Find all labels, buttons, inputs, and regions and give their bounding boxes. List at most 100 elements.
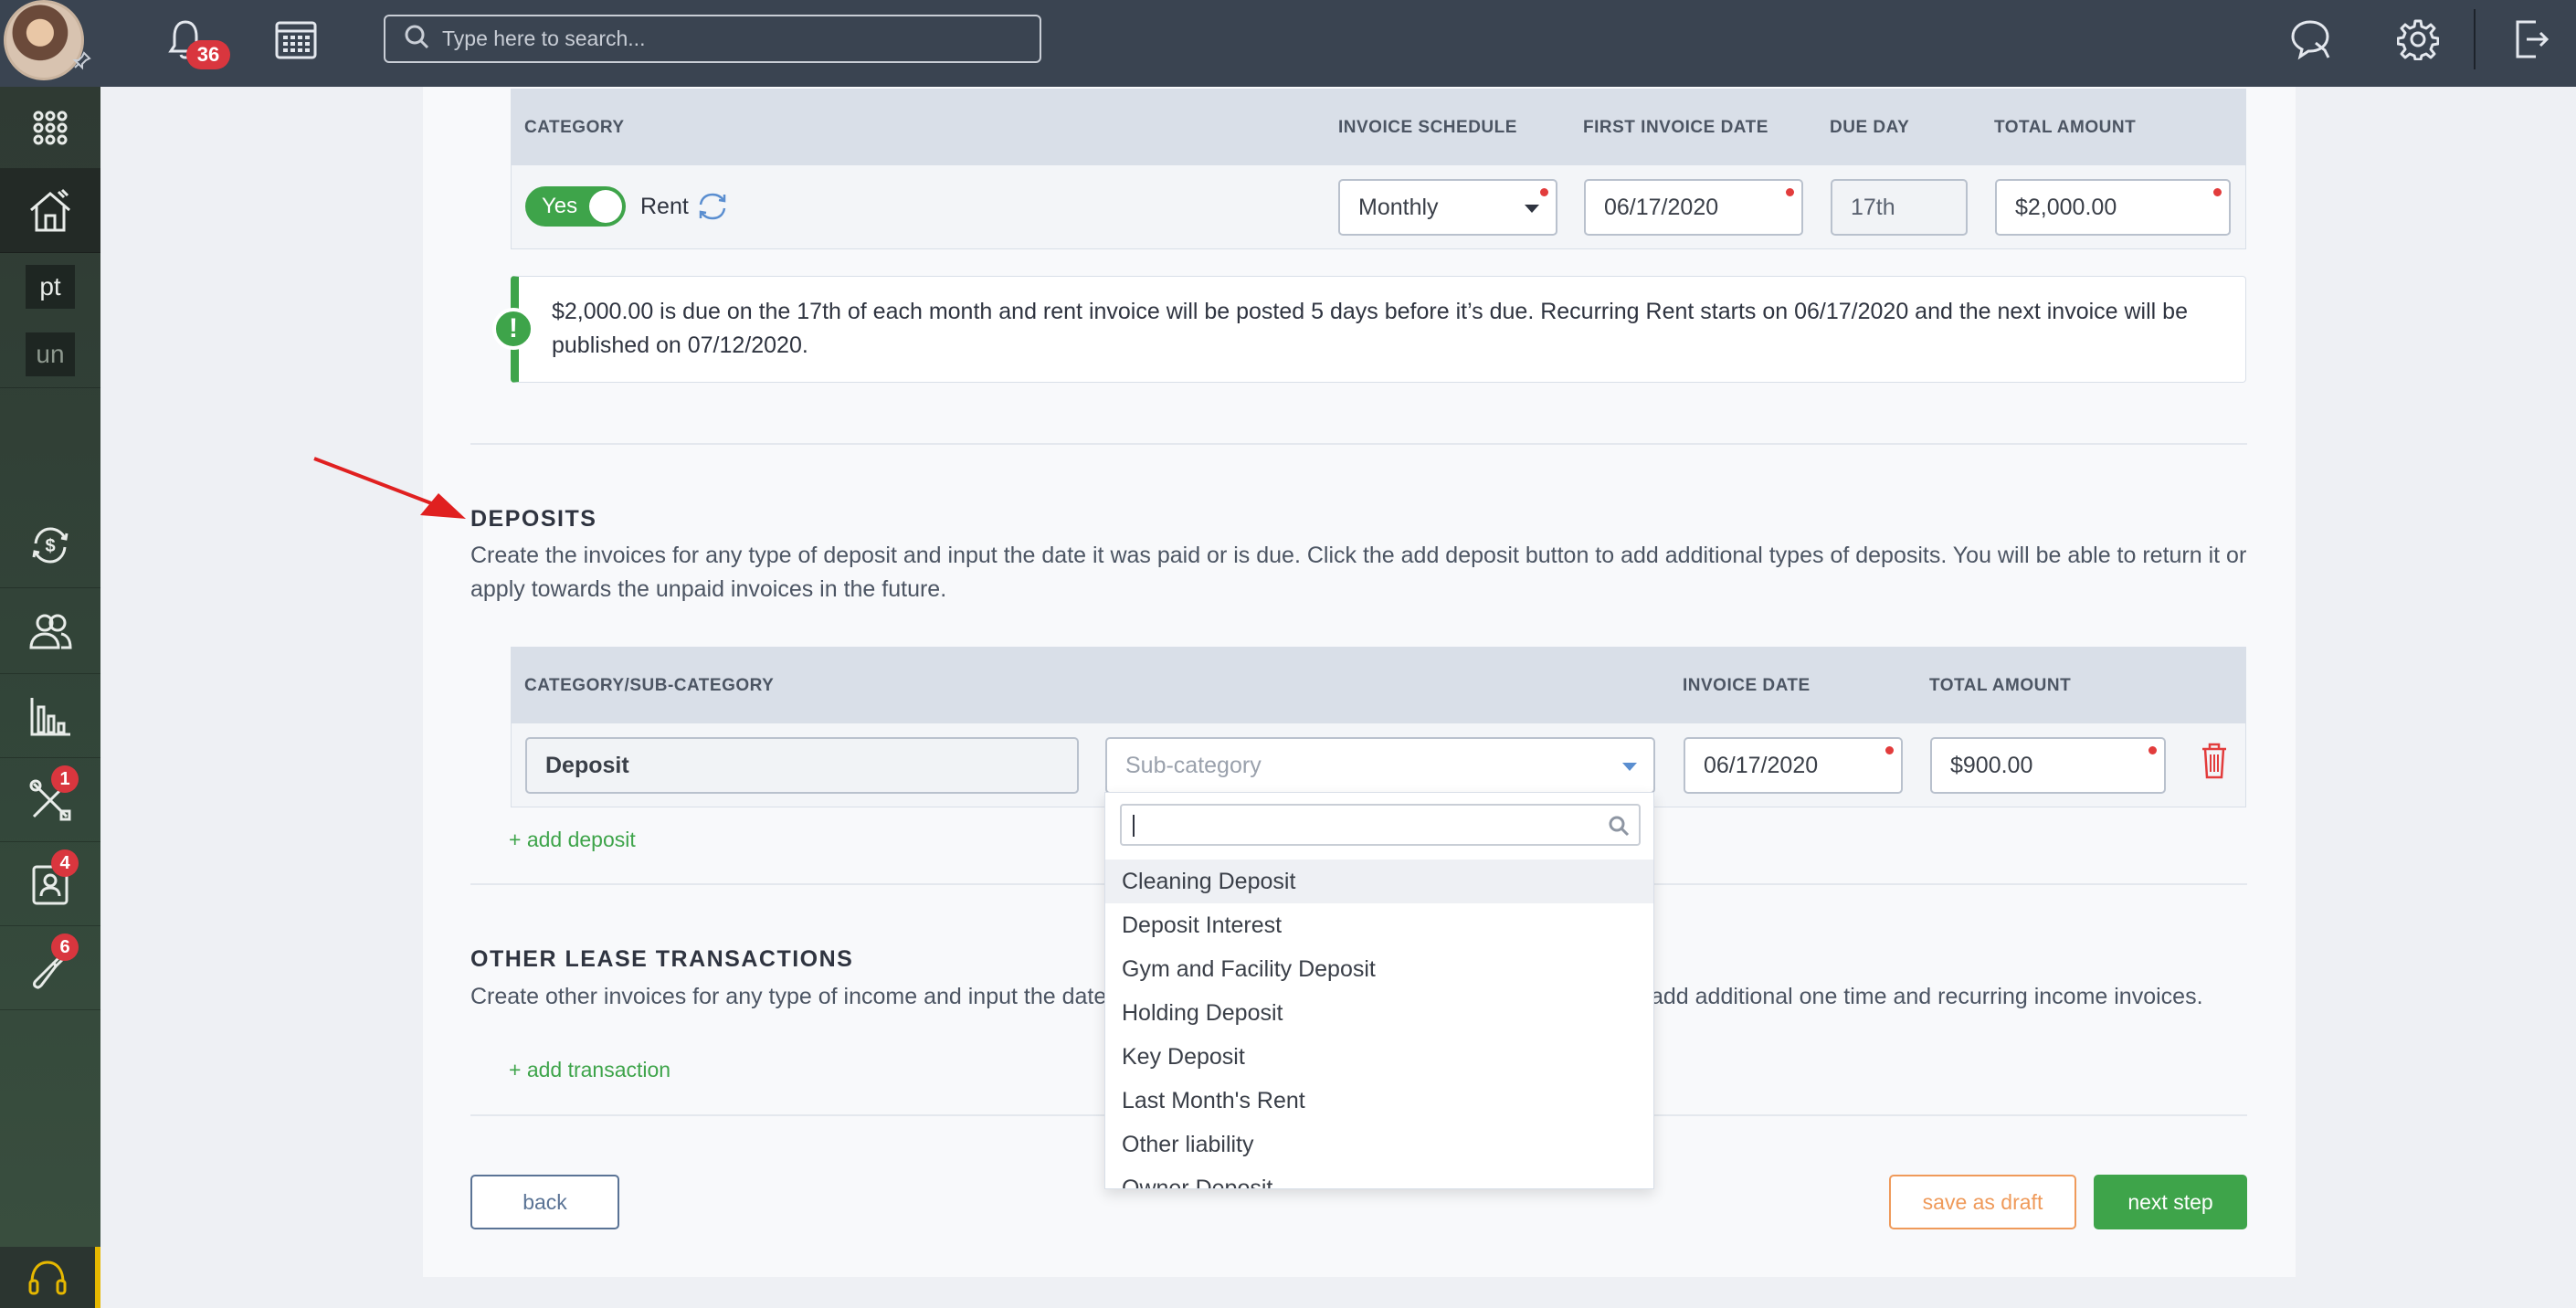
- dropdown-option[interactable]: Key Deposit: [1105, 1035, 1653, 1079]
- dropdown-options-list: Cleaning Deposit Deposit Interest Gym an…: [1105, 860, 1653, 1189]
- rent-table-header: CATEGORY INVOICE SCHEDULE FIRST INVOICE …: [511, 89, 2246, 165]
- calendar-icon[interactable]: [272, 16, 320, 62]
- sidebar: pt un $ 1 4 6: [0, 87, 100, 1308]
- subcategory-placeholder: Sub-category: [1125, 752, 1262, 778]
- first-invoice-date-field[interactable]: 06/17/2020: [1584, 179, 1803, 236]
- col-invoice-schedule: INVOICE SCHEDULE: [1338, 118, 1517, 137]
- exclamation-icon: !: [492, 308, 534, 350]
- sidebar-item-people[interactable]: [0, 588, 100, 674]
- rent-recurring-toggle[interactable]: Yes: [525, 186, 626, 227]
- sidebar-tag-pt: pt: [26, 265, 75, 309]
- logout-icon[interactable]: [2510, 16, 2552, 62]
- sidebar-item-apps[interactable]: [0, 87, 100, 169]
- keys-badge: 6: [51, 934, 79, 961]
- search-icon: [1608, 815, 1630, 841]
- deposits-table-header: CATEGORY/SUB-CATEGORY INVOICE DATE TOTAL…: [511, 647, 2246, 723]
- chevron-down-icon: [1622, 763, 1637, 771]
- people-icon: [29, 614, 72, 649]
- deposit-total-amount-field[interactable]: $900.00: [1930, 737, 2166, 794]
- global-search[interactable]: [384, 15, 1041, 63]
- rent-total-amount-field[interactable]: $2,000.00: [1995, 179, 2231, 236]
- col-invoice-date: INVOICE DATE: [1683, 676, 1811, 695]
- due-day-field: 17th: [1831, 179, 1968, 236]
- deposit-subcategory-select[interactable]: Sub-category: [1105, 737, 1655, 794]
- deposit-total-amount-value: $900.00: [1950, 752, 2033, 778]
- text-cursor: [1133, 815, 1135, 837]
- other-transactions-description-left: Create other invoices for any type of in…: [470, 984, 1107, 1009]
- required-dot: [1540, 188, 1548, 196]
- dropdown-search-input[interactable]: [1120, 804, 1641, 846]
- col-deposit-total-amount: TOTAL AMOUNT: [1929, 676, 2072, 695]
- chat-icon[interactable]: [2287, 16, 2333, 62]
- bar-chart-icon: [30, 697, 70, 735]
- rent-category-label: Rent: [640, 194, 689, 219]
- dropdown-option[interactable]: Cleaning Deposit: [1105, 860, 1653, 903]
- add-transaction-link[interactable]: + add transaction: [509, 1058, 670, 1082]
- required-dot: [1885, 746, 1894, 754]
- search-icon: [404, 24, 429, 54]
- sidebar-item-maintenance[interactable]: 1: [0, 758, 100, 842]
- toggle-label: Yes: [542, 194, 578, 218]
- sidebar-item-keys[interactable]: 6: [0, 926, 100, 1010]
- col-total-amount: TOTAL AMOUNT: [1994, 118, 2137, 137]
- rent-total-amount-value: $2,000.00: [2015, 194, 2117, 220]
- next-step-button[interactable]: next step: [2094, 1175, 2247, 1229]
- house-icon: [30, 188, 70, 231]
- deposits-description: Create the invoices for any type of depo…: [470, 543, 2247, 602]
- notice-text: $2,000.00 is due on the 17th of each mon…: [552, 299, 2188, 358]
- dropdown-option[interactable]: Owner Deposit: [1105, 1166, 1653, 1189]
- col-first-invoice-date: FIRST INVOICE DATE: [1583, 118, 1768, 137]
- dropdown-option[interactable]: Deposit Interest: [1105, 903, 1653, 947]
- chevron-down-icon: [1525, 205, 1539, 213]
- sidebar-item-pt[interactable]: pt: [0, 253, 100, 321]
- contacts-badge: 4: [51, 849, 79, 877]
- invoice-schedule-select[interactable]: Monthly: [1338, 179, 1557, 236]
- recurring-refresh-icon[interactable]: [695, 189, 730, 228]
- other-transactions-title: OTHER LEASE TRANSACTIONS: [470, 946, 854, 972]
- top-bar: 36: [0, 0, 2576, 87]
- sidebar-tag-un: un: [26, 332, 75, 376]
- rent-row: Yes Rent Monthly 06/17/2020 17th $2,000.…: [511, 165, 2246, 249]
- payments-cycle-icon: $: [32, 526, 69, 564]
- dropdown-option[interactable]: Holding Deposit: [1105, 991, 1653, 1035]
- col-due-day: DUE DAY: [1830, 118, 1910, 137]
- maintenance-badge: 1: [51, 765, 79, 793]
- deposit-invoice-date-value: 06/17/2020: [1704, 752, 1819, 778]
- required-dot: [2148, 746, 2157, 754]
- sidebar-item-un[interactable]: un: [0, 321, 100, 388]
- col-category-subcategory: CATEGORY/SUB-CATEGORY: [524, 676, 775, 695]
- dropdown-option[interactable]: Gym and Facility Deposit: [1105, 947, 1653, 991]
- apps-grid-icon: [33, 111, 68, 144]
- support-headset-button[interactable]: [0, 1247, 100, 1308]
- add-deposit-link[interactable]: + add deposit: [509, 828, 636, 852]
- due-day-value: 17th: [1851, 194, 1895, 220]
- deposit-category-field[interactable]: Deposit: [525, 737, 1079, 794]
- sidebar-item-payments[interactable]: $: [0, 502, 100, 588]
- topbar-divider: [2474, 9, 2476, 69]
- back-button[interactable]: back: [470, 1175, 619, 1229]
- other-transactions-description-right: add additional one time and recurring in…: [1651, 984, 2203, 1009]
- toggle-knob: [589, 190, 622, 223]
- headset-icon: [28, 1260, 67, 1294]
- dropdown-option[interactable]: Other liability: [1105, 1123, 1653, 1166]
- first-invoice-date-value: 06/17/2020: [1604, 194, 1719, 220]
- sidebar-item-contacts[interactable]: 4: [0, 842, 100, 926]
- deposit-category-value: Deposit: [545, 752, 629, 778]
- subcategory-dropdown: Cleaning Deposit Deposit Interest Gym an…: [1104, 792, 1654, 1189]
- settings-gear-icon[interactable]: [2395, 16, 2441, 62]
- sidebar-item-properties[interactable]: [0, 169, 100, 253]
- rent-schedule-notice: ! $2,000.00 is due on the 17th of each m…: [492, 276, 2246, 383]
- save-as-draft-button[interactable]: save as draft: [1889, 1175, 2076, 1229]
- search-input[interactable]: [442, 26, 1027, 51]
- notifications-badge: 36: [186, 40, 230, 69]
- col-category: CATEGORY: [524, 118, 625, 137]
- svg-text:$: $: [45, 536, 55, 556]
- deposits-title: DEPOSITS: [470, 506, 597, 532]
- pin-icon[interactable]: [71, 51, 91, 71]
- section-divider: [470, 443, 2247, 445]
- delete-trash-icon[interactable]: [2200, 742, 2229, 785]
- sidebar-item-reports[interactable]: [0, 674, 100, 758]
- required-dot: [2213, 188, 2222, 196]
- deposit-invoice-date-field[interactable]: 06/17/2020: [1684, 737, 1903, 794]
- dropdown-option[interactable]: Last Month's Rent: [1105, 1079, 1653, 1123]
